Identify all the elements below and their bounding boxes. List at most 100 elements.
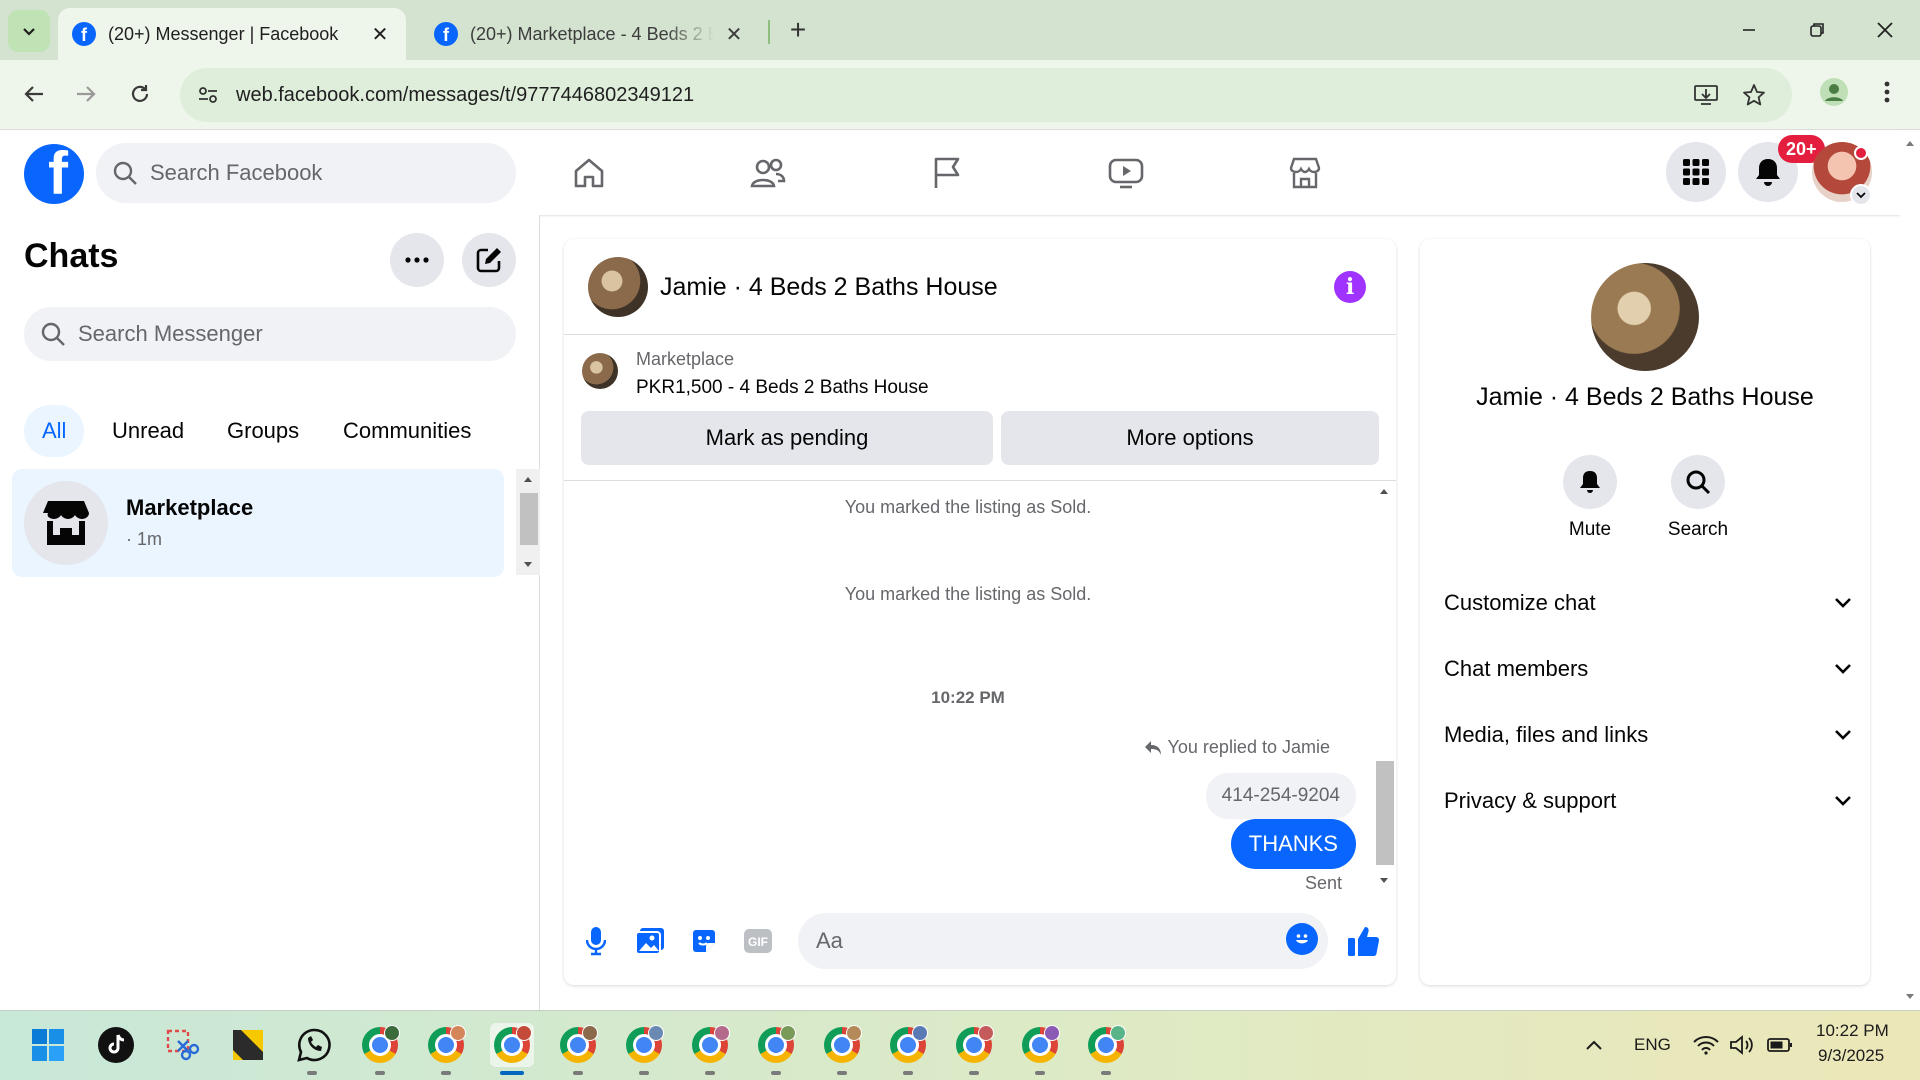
- search-icon-circle[interactable]: [1671, 455, 1725, 509]
- menu-grid-button[interactable]: [1666, 142, 1726, 202]
- close-window-button[interactable]: [1860, 10, 1910, 50]
- mute-button[interactable]: Mute: [1550, 455, 1630, 541]
- nav-home[interactable]: [565, 149, 613, 197]
- gif-icon[interactable]: GIF: [740, 923, 776, 959]
- contact-avatar[interactable]: [1591, 263, 1699, 371]
- install-app-icon[interactable]: [1688, 77, 1724, 113]
- message-input[interactable]: Aa: [798, 913, 1328, 969]
- forward-button[interactable]: [66, 74, 106, 114]
- address-bar[interactable]: web.facebook.com/messages/t/977744680234…: [180, 68, 1792, 122]
- contact-name: Jamie · 4 Beds 2 Baths House: [1476, 383, 1814, 411]
- battery-status[interactable]: [1758, 1023, 1802, 1067]
- page-scrollbar[interactable]: [1900, 131, 1920, 1010]
- facebook-search-input[interactable]: Search Facebook: [96, 143, 516, 203]
- sticky-notes-app[interactable]: [226, 1023, 270, 1067]
- nav-pages[interactable]: [923, 149, 971, 197]
- scroll-up-icon[interactable]: [1379, 487, 1389, 495]
- scrollbar-thumb[interactable]: [520, 493, 538, 545]
- browser-profile-button[interactable]: [1816, 74, 1852, 110]
- privacy-support-section[interactable]: Privacy & support: [1444, 775, 1852, 827]
- running-indicator: [771, 1071, 781, 1075]
- restore-button[interactable]: [1792, 10, 1842, 50]
- close-tab-icon[interactable]: ✕: [722, 22, 746, 46]
- browser-menu-button[interactable]: [1872, 72, 1902, 112]
- tiktok-app[interactable]: [94, 1023, 138, 1067]
- scroll-down-icon[interactable]: [1379, 877, 1389, 885]
- conversation-panel: Jamie · 4 Beds 2 Baths House i Marketpla…: [564, 239, 1396, 985]
- conversation-title[interactable]: Jamie · 4 Beds 2 Baths House: [660, 273, 998, 302]
- marketplace-icon: [1289, 157, 1321, 189]
- sent-message-bubble[interactable]: THANKS: [1230, 819, 1356, 869]
- chrome-profile-9[interactable]: [886, 1023, 930, 1067]
- chat-list-item[interactable]: Marketplace · 1m: [12, 469, 504, 577]
- microphone-icon[interactable]: [578, 923, 614, 959]
- listing-thumbnail[interactable]: [582, 353, 618, 389]
- chrome-profile-3[interactable]: [490, 1023, 534, 1067]
- speaker-icon: [1730, 1035, 1753, 1055]
- chrome-profile-4[interactable]: [556, 1023, 600, 1067]
- chrome-icon: [956, 1025, 994, 1063]
- quoted-message[interactable]: 414-254-9204: [1205, 773, 1356, 819]
- sticker-icon[interactable]: [686, 923, 722, 959]
- bell-icon-circle[interactable]: [1563, 455, 1617, 509]
- chrome-profile-10[interactable]: [952, 1023, 996, 1067]
- chrome-profile-2[interactable]: [424, 1023, 468, 1067]
- nav-video[interactable]: [1102, 149, 1150, 197]
- nav-marketplace[interactable]: [1281, 149, 1329, 197]
- tab-messenger[interactable]: f (20+) Messenger | Facebook ✕: [58, 8, 406, 60]
- filter-communities[interactable]: Communities: [325, 405, 489, 457]
- scroll-down-icon[interactable]: [1905, 993, 1915, 1001]
- filter-groups[interactable]: Groups: [209, 405, 317, 457]
- thread-scrollbar[interactable]: [1372, 481, 1396, 893]
- chrome-profile-1[interactable]: [358, 1023, 402, 1067]
- messenger-search-input[interactable]: Search Messenger: [24, 307, 516, 361]
- close-tab-icon[interactable]: ✕: [368, 22, 392, 46]
- conversation-avatar[interactable]: [588, 257, 648, 317]
- filter-unread[interactable]: Unread: [94, 405, 202, 457]
- tab-search-button[interactable]: [8, 10, 50, 52]
- scroll-down-icon[interactable]: [523, 561, 533, 569]
- clock-date[interactable]: 9/3/2025: [1818, 1046, 1884, 1066]
- chrome-profile-5[interactable]: [622, 1023, 666, 1067]
- minimize-button[interactable]: [1724, 10, 1774, 50]
- mark-as-pending-button[interactable]: Mark as pending: [581, 411, 993, 465]
- snipping-tool-app[interactable]: [160, 1023, 204, 1067]
- show-hidden-icons-button[interactable]: [1572, 1023, 1616, 1067]
- chat-options-button[interactable]: [390, 233, 444, 287]
- start-button[interactable]: [26, 1023, 70, 1067]
- customize-chat-section[interactable]: Customize chat: [1444, 577, 1852, 629]
- new-tab-button[interactable]: +: [782, 14, 814, 46]
- tab-marketplace[interactable]: f (20+) Marketplace - 4 Beds 2 Ba ✕: [420, 8, 760, 60]
- chrome-profile-12[interactable]: [1084, 1023, 1128, 1067]
- scroll-up-icon[interactable]: [523, 475, 533, 483]
- chat-list-scrollbar[interactable]: [516, 469, 540, 575]
- reload-button[interactable]: [120, 74, 160, 114]
- chat-members-section[interactable]: Chat members: [1444, 643, 1852, 695]
- more-options-button[interactable]: More options: [1001, 411, 1379, 465]
- search-in-conversation-button[interactable]: Search: [1658, 455, 1738, 541]
- account-menu-chevron-icon[interactable]: [1850, 184, 1872, 206]
- back-button[interactable]: [14, 74, 54, 114]
- photo-icon[interactable]: [632, 923, 668, 959]
- info-icon[interactable]: i: [1334, 271, 1366, 303]
- new-message-button[interactable]: [462, 233, 516, 287]
- media-files-links-section[interactable]: Media, files and links: [1444, 709, 1852, 761]
- scrollbar-thumb[interactable]: [1376, 761, 1394, 865]
- language-indicator[interactable]: ENG: [1634, 1035, 1671, 1055]
- site-settings-icon[interactable]: [192, 79, 224, 111]
- whatsapp-app[interactable]: [292, 1023, 336, 1067]
- nav-friends[interactable]: [744, 149, 792, 197]
- chrome-profile-6[interactable]: [688, 1023, 732, 1067]
- chrome-profile-7[interactable]: [754, 1023, 798, 1067]
- bookmark-star-icon[interactable]: [1736, 77, 1772, 113]
- facebook-logo-icon[interactable]: f: [24, 144, 84, 204]
- like-thumb-icon[interactable]: [1346, 923, 1382, 959]
- clock-time[interactable]: 10:22 PM: [1816, 1021, 1889, 1041]
- listing-title[interactable]: PKR1,500 - 4 Beds 2 Baths House: [636, 377, 929, 399]
- chrome-profile-8[interactable]: [820, 1023, 864, 1067]
- chrome-profile-11[interactable]: [1018, 1023, 1062, 1067]
- scroll-up-icon[interactable]: [1905, 139, 1915, 147]
- chevron-down-icon: [1835, 598, 1851, 608]
- filter-all[interactable]: All: [24, 405, 85, 457]
- emoji-icon[interactable]: [1286, 923, 1318, 955]
